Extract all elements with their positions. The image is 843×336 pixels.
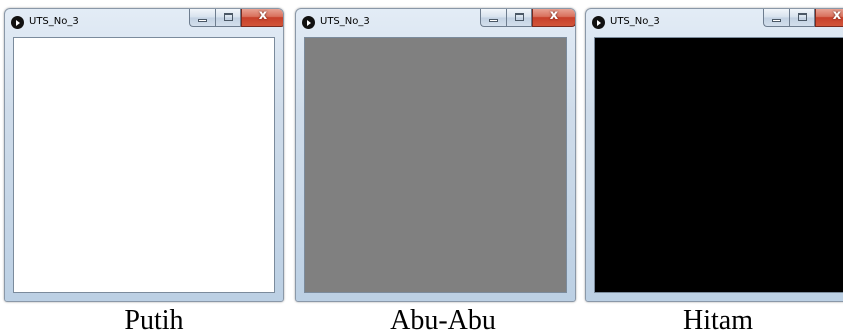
title-bar[interactable]: UTS_No_3 xyxy=(296,9,575,37)
sketch-canvas xyxy=(594,37,843,293)
sketch-canvas xyxy=(13,37,275,293)
title-bar[interactable]: UTS_No_3 xyxy=(5,9,283,37)
processing-play-icon[interactable] xyxy=(11,16,24,29)
processing-play-icon[interactable] xyxy=(302,16,315,29)
caption-abu-abu: Abu-Abu xyxy=(390,305,496,336)
window-hitam[interactable]: UTS_No_3 xyxy=(585,8,843,302)
title-bar[interactable]: UTS_No_3 xyxy=(586,9,843,37)
window-putih[interactable]: UTS_No_3 xyxy=(4,8,284,302)
processing-play-icon[interactable] xyxy=(592,16,605,29)
close-icon[interactable] xyxy=(532,9,575,27)
window-controls xyxy=(763,9,843,27)
minimize-icon[interactable] xyxy=(480,9,506,27)
maximize-icon[interactable] xyxy=(215,9,241,27)
close-icon[interactable] xyxy=(241,9,283,27)
window-controls xyxy=(480,9,575,27)
window-abu-abu[interactable]: UTS_No_3 xyxy=(295,8,576,302)
sketch-canvas xyxy=(304,37,567,293)
caption-putih: Putih xyxy=(124,305,184,336)
minimize-icon[interactable] xyxy=(763,9,789,27)
minimize-icon[interactable] xyxy=(189,9,215,27)
window-controls xyxy=(189,9,283,27)
caption-hitam: Hitam xyxy=(683,305,753,336)
window-title: UTS_No_3 xyxy=(320,16,370,27)
close-icon[interactable] xyxy=(815,9,843,27)
maximize-icon[interactable] xyxy=(789,9,815,27)
window-title: UTS_No_3 xyxy=(610,16,660,27)
window-title: UTS_No_3 xyxy=(29,16,79,27)
maximize-icon[interactable] xyxy=(506,9,532,27)
